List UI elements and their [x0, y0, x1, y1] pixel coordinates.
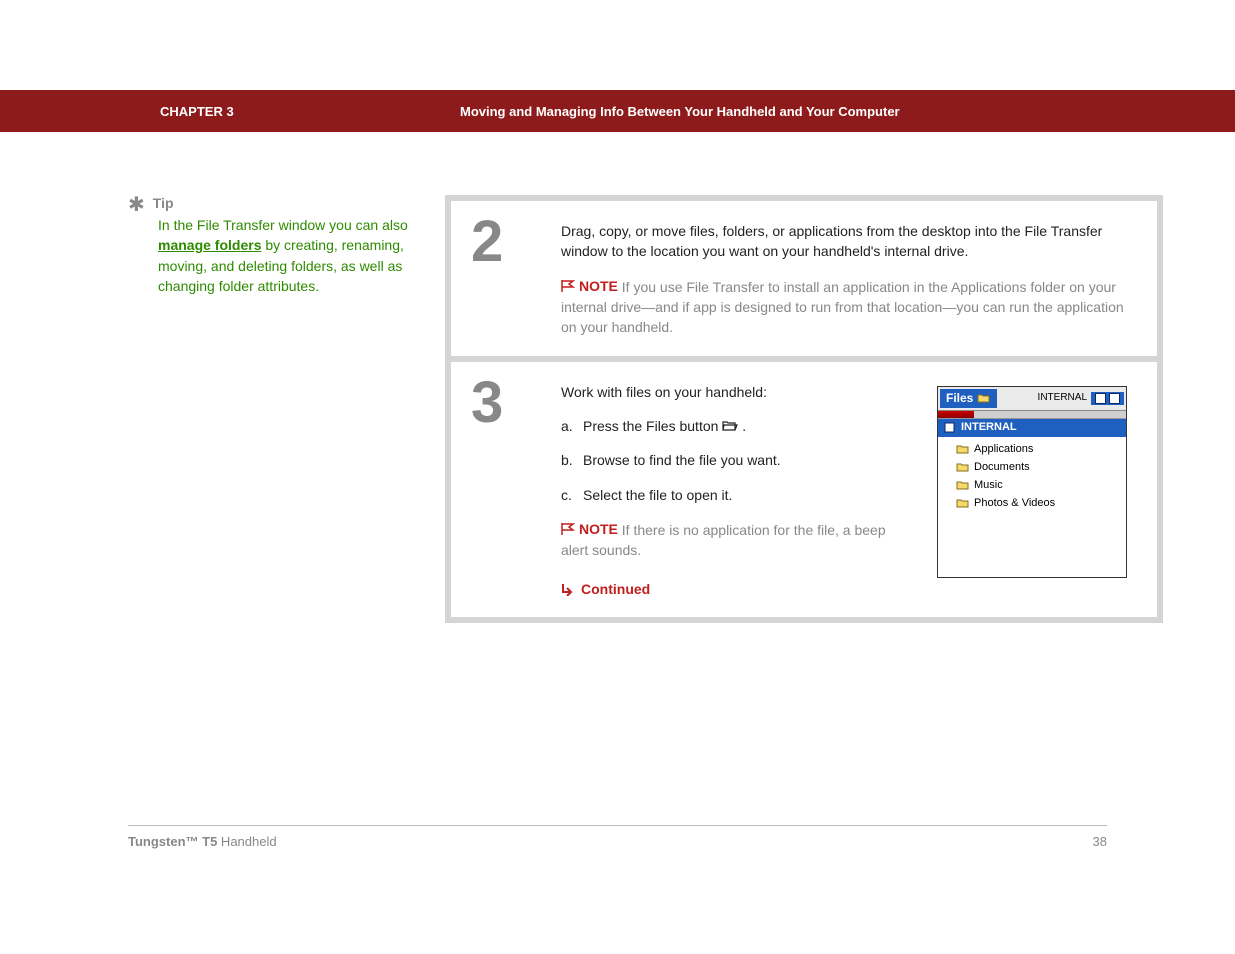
product-name: Tungsten™ T5 Handheld [128, 834, 277, 849]
device-selected-label: INTERNAL [961, 420, 1017, 436]
sub-item-c: c. Select the file to open it. [561, 485, 907, 505]
step-2-body: Drag, copy, or move files, folders, or a… [561, 221, 1133, 262]
folder-open-icon [722, 420, 738, 432]
step-number-2: 2 [471, 213, 551, 271]
folder-name: Music [974, 478, 1003, 494]
step-3-content: Work with files on your handheld: a. Pre… [551, 362, 1157, 617]
continued-label: Continued [581, 579, 650, 599]
folder-icon [956, 444, 970, 455]
device-folder-item: Applications [956, 441, 1126, 459]
note-label: NOTE [579, 519, 618, 539]
device-header-icons [1091, 392, 1124, 405]
step-3-intro: Work with files on your handheld: [561, 382, 907, 402]
device-folder-item: Photos & Videos [956, 495, 1126, 513]
device-title: Files [946, 390, 973, 407]
device-header-icon [1095, 393, 1106, 404]
flag-icon [561, 523, 575, 535]
folder-name: Photos & Videos [974, 496, 1055, 512]
note-flag: NOTE [561, 276, 618, 296]
tip-body: In the File Transfer window you can also… [158, 215, 408, 296]
asterisk-icon: ✱ [128, 195, 145, 215]
sub-letter: a. [561, 416, 583, 436]
device-header-icon [1109, 393, 1120, 404]
section-title: Moving and Managing Info Between Your Ha… [460, 104, 900, 119]
note-text: If you use File Transfer to install an a… [561, 279, 1124, 336]
flag-icon [561, 280, 575, 292]
step-2-block: 2 Drag, copy, or move files, folders, or… [451, 201, 1157, 356]
device-folder-item: Music [956, 477, 1126, 495]
sub-a-before: Press the Files button [583, 418, 722, 434]
step-3-block: 3 Work with files on your handheld: a. P… [451, 362, 1157, 617]
device-screenshot: Files INTERNAL [937, 382, 1133, 599]
step-number-cell: 3 [451, 362, 551, 617]
step-3-sublist: a. Press the Files button . b. Browse to… [561, 416, 907, 505]
product-rest: Handheld [217, 834, 276, 849]
folder-icon [956, 480, 970, 491]
sub-item-a: a. Press the Files button . [561, 416, 907, 436]
sub-c-text: Select the file to open it. [583, 485, 732, 505]
device-selected-bar: INTERNAL [938, 419, 1126, 437]
sub-letter: c. [561, 485, 583, 505]
step-number-cell: 2 [451, 201, 551, 356]
device-folder-item: Documents [956, 459, 1126, 477]
folder-icon [956, 462, 970, 473]
device-screen: Files INTERNAL [937, 386, 1127, 578]
device-header: Files INTERNAL [938, 387, 1126, 411]
drive-icon [944, 422, 955, 433]
note-flag: NOTE [561, 519, 618, 539]
tip-text-before: In the File Transfer window you can also [158, 217, 408, 233]
tip-header: ✱ Tip [128, 195, 408, 215]
step-number-3: 3 [471, 374, 551, 432]
step-3-note: NOTE If there is no application for the … [561, 519, 907, 561]
folder-name: Documents [974, 460, 1030, 476]
page-footer: Tungsten™ T5 Handheld 38 [128, 825, 1107, 849]
steps-container: 2 Drag, copy, or move files, folders, or… [445, 195, 1163, 623]
page-number: 38 [1093, 834, 1107, 849]
step-3-text-column: Work with files on your handheld: a. Pre… [561, 382, 907, 599]
folder-icon [956, 498, 970, 509]
chapter-header-bar: CHAPTER 3 Moving and Managing Info Betwe… [0, 90, 1235, 132]
continued-indicator: Continued [561, 579, 907, 599]
sub-item-b: b. Browse to find the file you want. [561, 450, 907, 470]
product-bold: Tungsten™ T5 [128, 834, 217, 849]
tip-label: Tip [153, 195, 174, 211]
device-title-area: Files [940, 389, 997, 408]
sub-b-text: Browse to find the file you want. [583, 450, 781, 470]
device-tabs [938, 411, 1126, 419]
step-2-note: NOTE If you use File Transfer to install… [561, 276, 1133, 338]
folder-name: Applications [974, 442, 1033, 458]
device-folder-list: Applications Documents Music [938, 437, 1126, 577]
chapter-label: CHAPTER 3 [160, 104, 460, 119]
sub-a-after: . [742, 418, 746, 434]
device-location-label: INTERNAL [1038, 391, 1087, 406]
continued-arrow-icon [561, 582, 575, 596]
step-2-content: Drag, copy, or move files, folders, or a… [551, 201, 1157, 356]
sub-letter: b. [561, 450, 583, 470]
tip-sidebar: ✱ Tip In the File Transfer window you ca… [128, 195, 408, 296]
folder-open-icon [977, 393, 991, 404]
note-label: NOTE [579, 276, 618, 296]
manage-folders-link[interactable]: manage folders [158, 237, 261, 253]
